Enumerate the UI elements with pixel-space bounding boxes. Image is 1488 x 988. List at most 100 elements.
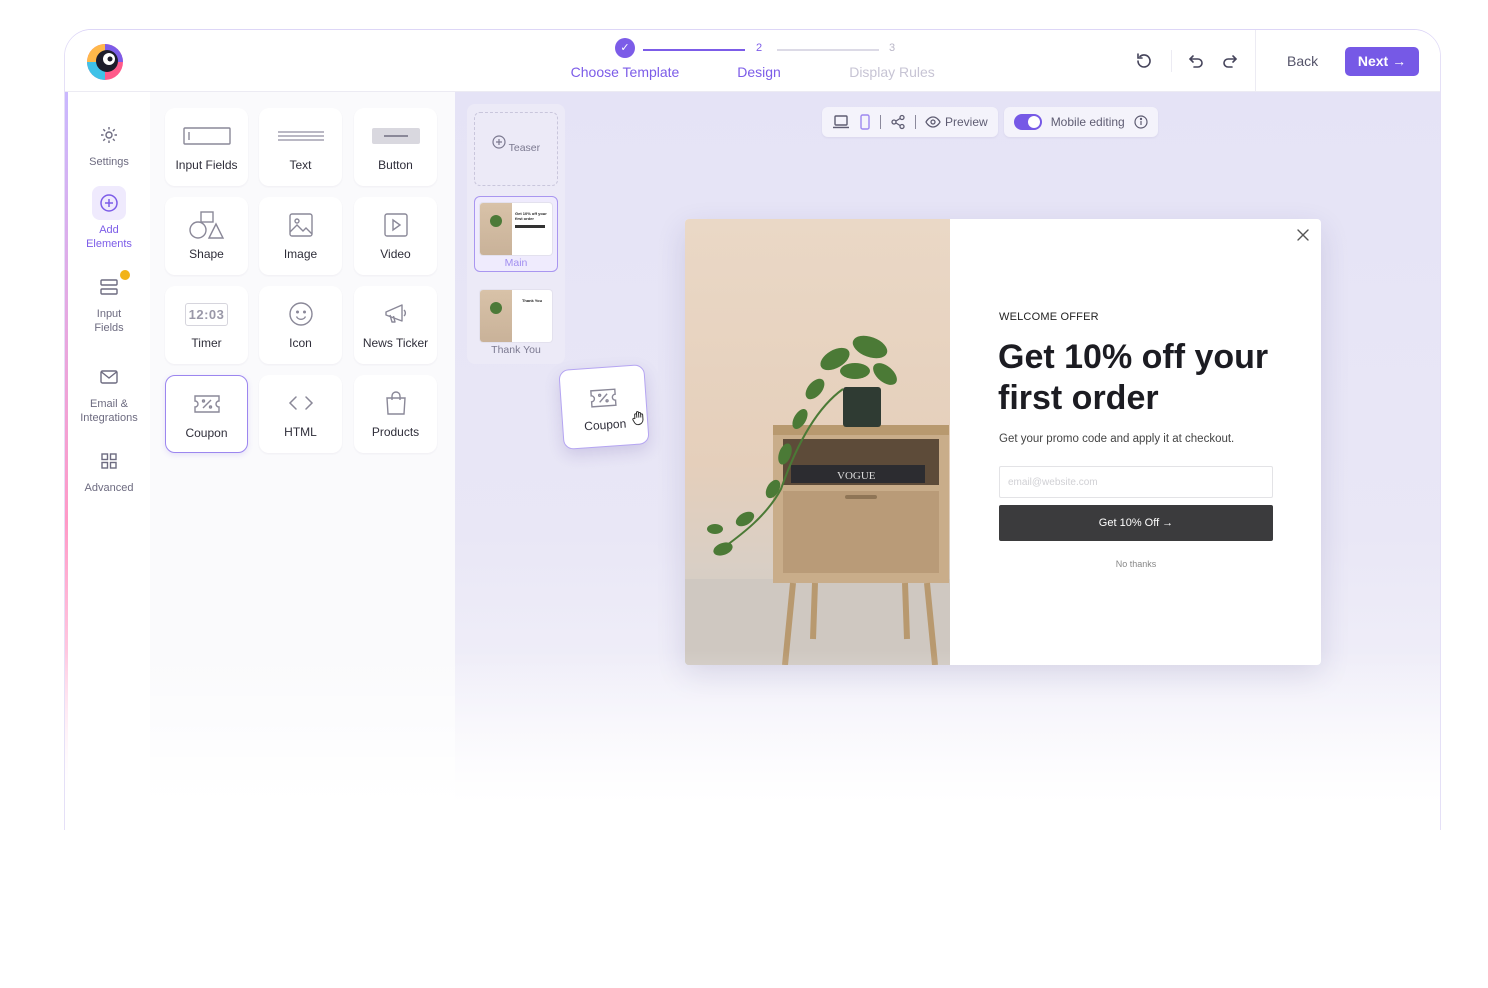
header-divider [1171, 50, 1172, 72]
timer-display: 12:03 [184, 302, 229, 326]
tile-label: Shape [189, 247, 224, 261]
popup-content: WELCOME OFFER Get 10% off your first ord… [950, 219, 1321, 665]
page-teaser[interactable]: Teaser [474, 112, 558, 186]
eye-icon [925, 116, 941, 128]
nav-input-fields[interactable]: Input Fields [68, 270, 150, 335]
nightstand-plant-illustration: VOGUE [685, 335, 950, 665]
nav-advanced[interactable]: Advanced [68, 444, 150, 495]
elements-panel: Input Fields Text Button Shape Image Vid… [150, 92, 455, 830]
email-input[interactable] [999, 466, 1273, 498]
grab-hand-cursor-icon [632, 411, 644, 426]
mobile-editing-label: Mobile editing [1050, 115, 1125, 129]
dragged-coupon-element[interactable]: Coupon [558, 364, 650, 450]
nav-label: Input Fields [94, 308, 124, 334]
nav-add-elements[interactable]: Add Elements [68, 186, 150, 251]
element-input-fields[interactable]: Input Fields [165, 108, 248, 186]
tile-label: Text [289, 158, 312, 172]
video-play-icon [383, 213, 408, 237]
popup-preview[interactable]: VOGUE WELCOME OFFER Get 10% off your fir… [685, 219, 1321, 665]
product-photo: VOGUE [685, 219, 950, 665]
back-button[interactable]: Back [1275, 47, 1330, 75]
image-icon [288, 213, 313, 237]
shapes-icon [188, 211, 224, 239]
arrow-right-icon: → [1392, 53, 1407, 69]
plus-circle-icon [492, 135, 506, 149]
element-shape[interactable]: Shape [165, 197, 248, 275]
info-icon[interactable] [1134, 115, 1148, 129]
next-button[interactable]: Next → [1345, 47, 1419, 76]
coupon-ticket-icon [193, 395, 220, 413]
preview-button[interactable]: Preview [925, 115, 988, 129]
stepper: ✓ Choose Template 2 Design 3 Display Rul… [555, 38, 975, 88]
element-button[interactable]: Button [354, 108, 437, 186]
element-news-ticker[interactable]: News Ticker [354, 286, 437, 364]
offer-headline: Get 10% off your first order [998, 338, 1269, 417]
get-offer-button[interactable]: Get 10% Off → [999, 505, 1273, 541]
mobile-icon[interactable] [859, 114, 871, 130]
step-choose-template[interactable]: ✓ Choose Template [565, 38, 685, 80]
element-video[interactable]: Video [354, 197, 437, 275]
tile-label: HTML [284, 425, 317, 439]
toolbar-separator [915, 115, 916, 129]
form-fields-icon [100, 279, 118, 295]
mobile-editing-toggle[interactable] [1013, 114, 1042, 130]
step-design[interactable]: 2 Design [719, 38, 799, 80]
tile-label: News Ticker [362, 336, 429, 350]
reset-icon[interactable] [1134, 51, 1154, 71]
undo-icon[interactable] [1185, 51, 1205, 71]
page-switcher: Teaser Get 10% off your first order Main… [467, 104, 565, 364]
mail-icon [100, 370, 118, 384]
offer-subtext: Get your promo code and apply it at chec… [999, 433, 1235, 445]
close-icon[interactable] [1295, 227, 1311, 243]
page-label: Teaser [508, 142, 541, 154]
tile-label: Image [283, 247, 318, 261]
tile-label: Video [380, 247, 411, 261]
element-timer[interactable]: 12:03 Timer [165, 286, 248, 364]
preview-label: Preview [945, 115, 988, 129]
element-products[interactable]: Products [354, 375, 437, 453]
step-display-rules[interactable]: 3 Display Rules [837, 38, 947, 80]
step-label: Design [737, 64, 781, 80]
desktop-icon[interactable] [832, 115, 850, 129]
element-html[interactable]: HTML [259, 375, 342, 453]
magazine-title: VOGUE [837, 470, 876, 482]
mobile-editing-group: Mobile editing [1003, 107, 1158, 137]
left-nav: Settings Add Elements Input Fields Email… [68, 92, 150, 830]
plus-circle-icon [100, 194, 118, 212]
element-image[interactable]: Image [259, 197, 342, 275]
nav-label: Settings [89, 156, 129, 168]
notification-badge [120, 270, 130, 280]
megaphone-icon [384, 304, 406, 323]
app-window: ✓ Choose Template 2 Design 3 Display Rul… [65, 30, 1440, 830]
text-lines-icon [277, 131, 324, 141]
code-brackets-icon [288, 396, 313, 410]
nav-label: Email & Integrations [80, 398, 138, 424]
tile-label: Products [371, 425, 420, 439]
tile-label: Timer [191, 336, 222, 350]
element-text[interactable]: Text [259, 108, 342, 186]
step-number: 3 [888, 42, 896, 54]
share-icon[interactable] [890, 114, 906, 130]
button-shape-icon [371, 128, 420, 144]
header-divider [1255, 30, 1256, 92]
step-number: 2 [755, 42, 763, 54]
smiley-icon [288, 302, 313, 326]
page-label: Thank You [491, 344, 541, 356]
gear-icon [101, 127, 117, 143]
no-thanks-link[interactable]: No thanks [999, 559, 1273, 569]
tile-label: Button [378, 158, 413, 172]
step-label: Choose Template [570, 64, 680, 80]
drag-label: Coupon [583, 416, 627, 434]
element-icon[interactable]: Icon [259, 286, 342, 364]
redo-icon[interactable] [1221, 51, 1241, 71]
page-thank-you[interactable]: Thank You Thank You [474, 284, 558, 356]
design-canvas[interactable]: Teaser Get 10% off your first order Main… [455, 92, 1440, 830]
canvas-toolbar: Preview Mobile editing [822, 107, 1158, 137]
element-coupon[interactable]: Coupon [165, 375, 248, 453]
page-main[interactable]: Get 10% off your first order Main [474, 196, 558, 272]
nav-email-integrations[interactable]: Email & Integrations [68, 360, 150, 425]
nav-settings[interactable]: Settings [68, 118, 150, 169]
step-label: Display Rules [849, 64, 935, 80]
check-icon: ✓ [615, 38, 635, 58]
parrot-logo-icon[interactable] [85, 42, 125, 82]
